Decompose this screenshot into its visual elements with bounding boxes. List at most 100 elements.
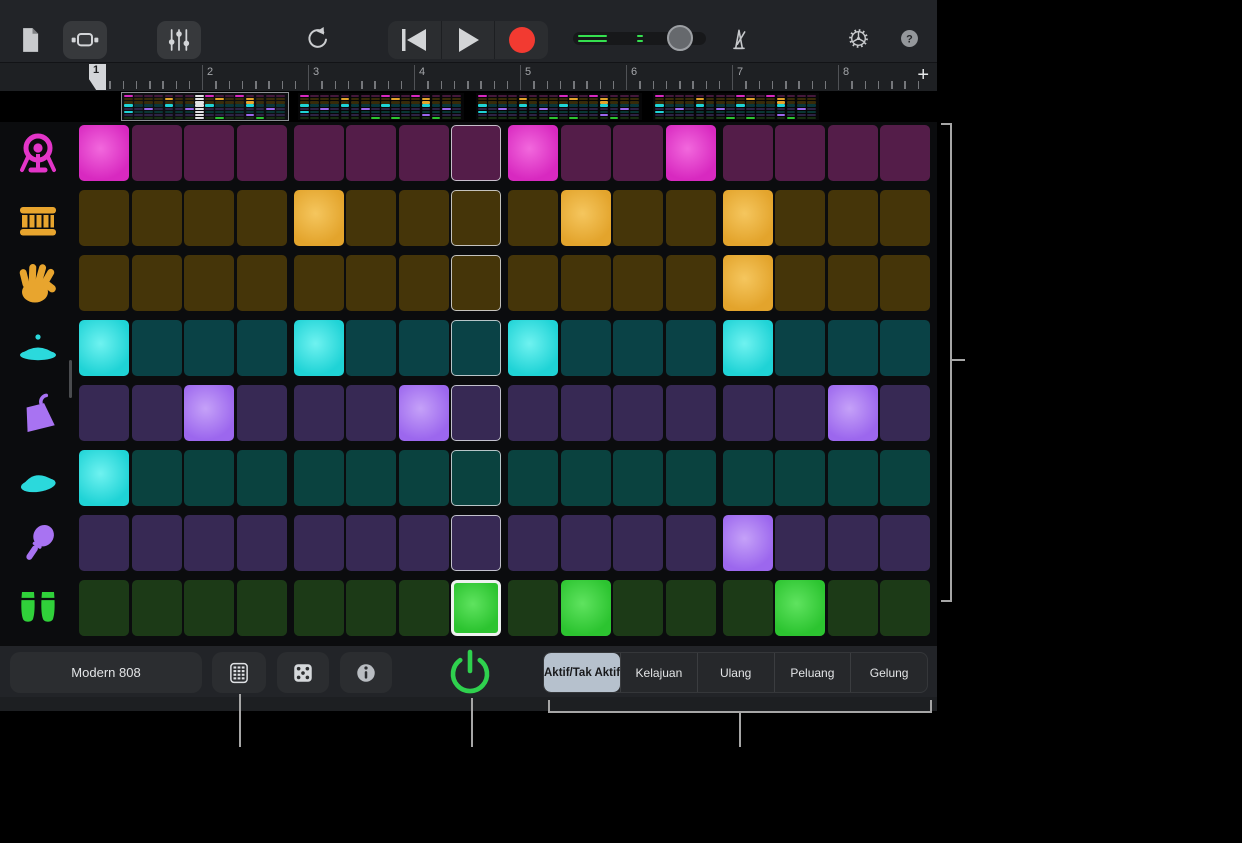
pad-maracas-step-16[interactable] — [880, 515, 930, 571]
pad-ride-cymbal-step-5[interactable] — [293, 450, 344, 506]
help-button[interactable]: ? — [895, 24, 924, 53]
hand-clap-icon[interactable] — [14, 260, 62, 308]
pad-cowbell-step-10[interactable] — [560, 385, 611, 441]
pad-hand-clap-step-14[interactable] — [775, 255, 825, 311]
pad-cowbell-step-14[interactable] — [775, 385, 825, 441]
pad-congas-step-15[interactable] — [827, 580, 878, 636]
pad-kick-drum-step-6[interactable] — [346, 125, 396, 181]
pad-kick-drum-step-16[interactable] — [880, 125, 930, 181]
pad-ride-cymbal-step-9[interactable] — [508, 450, 558, 506]
info-button[interactable] — [340, 652, 392, 693]
playhead-marker[interactable]: 1 — [89, 64, 106, 90]
pad-hi-hat-step-11[interactable] — [613, 320, 663, 376]
pad-hand-clap-step-15[interactable] — [827, 255, 878, 311]
pad-congas-step-7[interactable] — [398, 580, 449, 636]
pad-snare-drum-step-10-active[interactable] — [560, 190, 611, 246]
tab-gelung[interactable]: Gelung — [850, 653, 927, 692]
pad-maracas-step-8[interactable] — [451, 515, 501, 571]
pad-ride-cymbal-step-2[interactable] — [131, 450, 182, 506]
pad-ride-cymbal-step-3[interactable] — [184, 450, 234, 506]
pad-congas-step-2[interactable] — [131, 580, 182, 636]
region-thumbnail[interactable] — [476, 93, 642, 120]
kit-selector-button[interactable]: Modern 808 — [10, 652, 202, 693]
pad-ride-cymbal-step-1-active[interactable] — [79, 450, 129, 506]
pad-hand-clap-step-13-active[interactable] — [722, 255, 773, 311]
pad-snare-drum-step-4[interactable] — [236, 190, 287, 246]
pad-hi-hat-step-2[interactable] — [131, 320, 182, 376]
region-thumbnail-selected[interactable] — [121, 92, 289, 121]
pad-cowbell-step-4[interactable] — [236, 385, 287, 441]
pad-cowbell-step-12[interactable] — [665, 385, 716, 441]
undo-button[interactable] — [301, 23, 333, 55]
pad-cowbell-step-5[interactable] — [293, 385, 344, 441]
pad-ride-cymbal-step-7[interactable] — [398, 450, 449, 506]
pad-maracas-step-12[interactable] — [665, 515, 716, 571]
pad-maracas-step-7[interactable] — [398, 515, 449, 571]
pad-cowbell-step-8[interactable] — [451, 385, 501, 441]
pad-maracas-step-5[interactable] — [293, 515, 344, 571]
pad-ride-cymbal-step-11[interactable] — [613, 450, 663, 506]
pad-hand-clap-step-4[interactable] — [236, 255, 287, 311]
add-section-button[interactable]: + — [917, 64, 929, 87]
pad-hi-hat-step-16[interactable] — [880, 320, 930, 376]
pad-kick-drum-step-13[interactable] — [722, 125, 773, 181]
pad-ride-cymbal-step-12[interactable] — [665, 450, 716, 506]
pad-snare-drum-step-15[interactable] — [827, 190, 878, 246]
pad-ride-cymbal-step-14[interactable] — [775, 450, 825, 506]
pad-hand-clap-step-16[interactable] — [880, 255, 930, 311]
pad-congas-step-6[interactable] — [346, 580, 396, 636]
pads-view-button[interactable] — [212, 652, 266, 693]
power-button[interactable] — [444, 646, 496, 698]
record-button[interactable] — [494, 21, 548, 59]
pad-hi-hat-step-13-active[interactable] — [722, 320, 773, 376]
pad-congas-step-16[interactable] — [880, 580, 930, 636]
pad-cowbell-step-9[interactable] — [508, 385, 558, 441]
pad-ride-cymbal-step-16[interactable] — [880, 450, 930, 506]
pad-hand-clap-step-3[interactable] — [184, 255, 234, 311]
tab-kelajuan[interactable]: Kelajuan — [620, 653, 697, 692]
maracas-icon[interactable] — [14, 520, 62, 568]
pad-hand-clap-step-5[interactable] — [293, 255, 344, 311]
pad-hi-hat-step-8[interactable] — [451, 320, 501, 376]
pad-ride-cymbal-step-8[interactable] — [451, 450, 501, 506]
pad-kick-drum-step-5[interactable] — [293, 125, 344, 181]
pad-hand-clap-step-10[interactable] — [560, 255, 611, 311]
pad-hand-clap-step-1[interactable] — [79, 255, 129, 311]
pad-cowbell-step-13[interactable] — [722, 385, 773, 441]
pad-snare-drum-step-13-active[interactable] — [722, 190, 773, 246]
pad-congas-step-12[interactable] — [665, 580, 716, 636]
pad-congas-step-3[interactable] — [184, 580, 234, 636]
pad-kick-drum-step-3[interactable] — [184, 125, 234, 181]
pad-hand-clap-step-9[interactable] — [508, 255, 558, 311]
pad-hand-clap-step-2[interactable] — [131, 255, 182, 311]
pad-congas-step-4[interactable] — [236, 580, 287, 636]
pad-hand-clap-step-11[interactable] — [613, 255, 663, 311]
settings-button[interactable] — [843, 23, 874, 54]
pad-congas-step-13[interactable] — [722, 580, 773, 636]
pad-kick-drum-step-12-active[interactable] — [665, 125, 716, 181]
pad-kick-drum-step-7[interactable] — [398, 125, 449, 181]
pad-snare-drum-step-7[interactable] — [398, 190, 449, 246]
pad-maracas-step-13-active[interactable] — [722, 515, 773, 571]
pad-hi-hat-step-7[interactable] — [398, 320, 449, 376]
congas-icon[interactable] — [14, 585, 62, 633]
pad-snare-drum-step-14[interactable] — [775, 190, 825, 246]
pad-ride-cymbal-step-6[interactable] — [346, 450, 396, 506]
pad-maracas-step-2[interactable] — [131, 515, 182, 571]
pad-cowbell-step-6[interactable] — [346, 385, 396, 441]
pad-hi-hat-step-10[interactable] — [560, 320, 611, 376]
rewind-button[interactable] — [388, 21, 441, 59]
pad-hi-hat-step-3[interactable] — [184, 320, 234, 376]
pad-maracas-step-15[interactable] — [827, 515, 878, 571]
pad-snare-drum-step-16[interactable] — [880, 190, 930, 246]
pad-hand-clap-step-12[interactable] — [665, 255, 716, 311]
snare-drum-icon[interactable] — [14, 195, 62, 243]
tab-peluang[interactable]: Peluang — [773, 653, 851, 692]
pad-hi-hat-step-12[interactable] — [665, 320, 716, 376]
region-thumbnail[interactable] — [298, 93, 464, 120]
pad-ride-cymbal-step-13[interactable] — [722, 450, 773, 506]
volume-knob[interactable] — [667, 25, 693, 51]
pad-congas-step-9[interactable] — [508, 580, 558, 636]
pad-maracas-step-3[interactable] — [184, 515, 234, 571]
pad-cowbell-step-1[interactable] — [79, 385, 129, 441]
